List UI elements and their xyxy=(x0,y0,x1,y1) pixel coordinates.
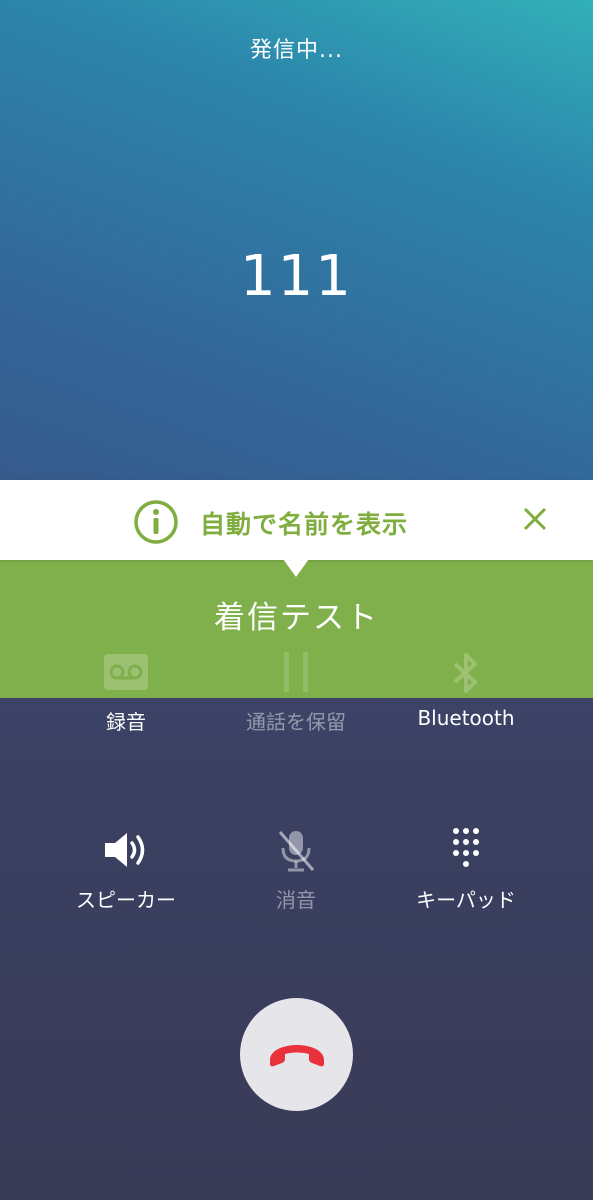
hold-button[interactable]: 通話を保留 xyxy=(221,652,371,735)
voicemail-icon xyxy=(104,654,148,690)
caller-name: 着信テスト xyxy=(214,600,379,636)
hold-label: 通話を保留 xyxy=(246,710,346,734)
banner-text: 自動で名前を表示 xyxy=(200,510,409,539)
pause-icon xyxy=(284,652,308,692)
mic-off-icon xyxy=(278,831,315,872)
keypad-button[interactable]: キーパッド xyxy=(391,826,541,913)
bluetooth-icon xyxy=(453,653,477,693)
call-status: 発信中... xyxy=(250,38,343,63)
mute-button[interactable]: 消音 xyxy=(221,828,371,913)
bluetooth-button[interactable]: Bluetooth xyxy=(391,652,541,730)
speaker-button[interactable]: スピーカー xyxy=(51,828,201,913)
bluetooth-label: Bluetooth xyxy=(417,706,515,730)
phone-number: 111 xyxy=(240,244,353,309)
end-call-button[interactable] xyxy=(240,998,353,1111)
record-label: 録音 xyxy=(106,710,146,734)
speaker-label: スピーカー xyxy=(76,888,176,912)
keypad-label: キーパッド xyxy=(416,888,516,912)
mute-label: 消音 xyxy=(276,888,316,912)
keypad-icon xyxy=(453,828,479,867)
record-button[interactable]: 録音 xyxy=(51,652,201,735)
info-circle-icon xyxy=(134,500,178,544)
close-icon[interactable] xyxy=(520,504,550,534)
end-call-icon xyxy=(269,1044,324,1066)
banner-pointer xyxy=(283,559,309,577)
speaker-icon xyxy=(105,833,145,867)
